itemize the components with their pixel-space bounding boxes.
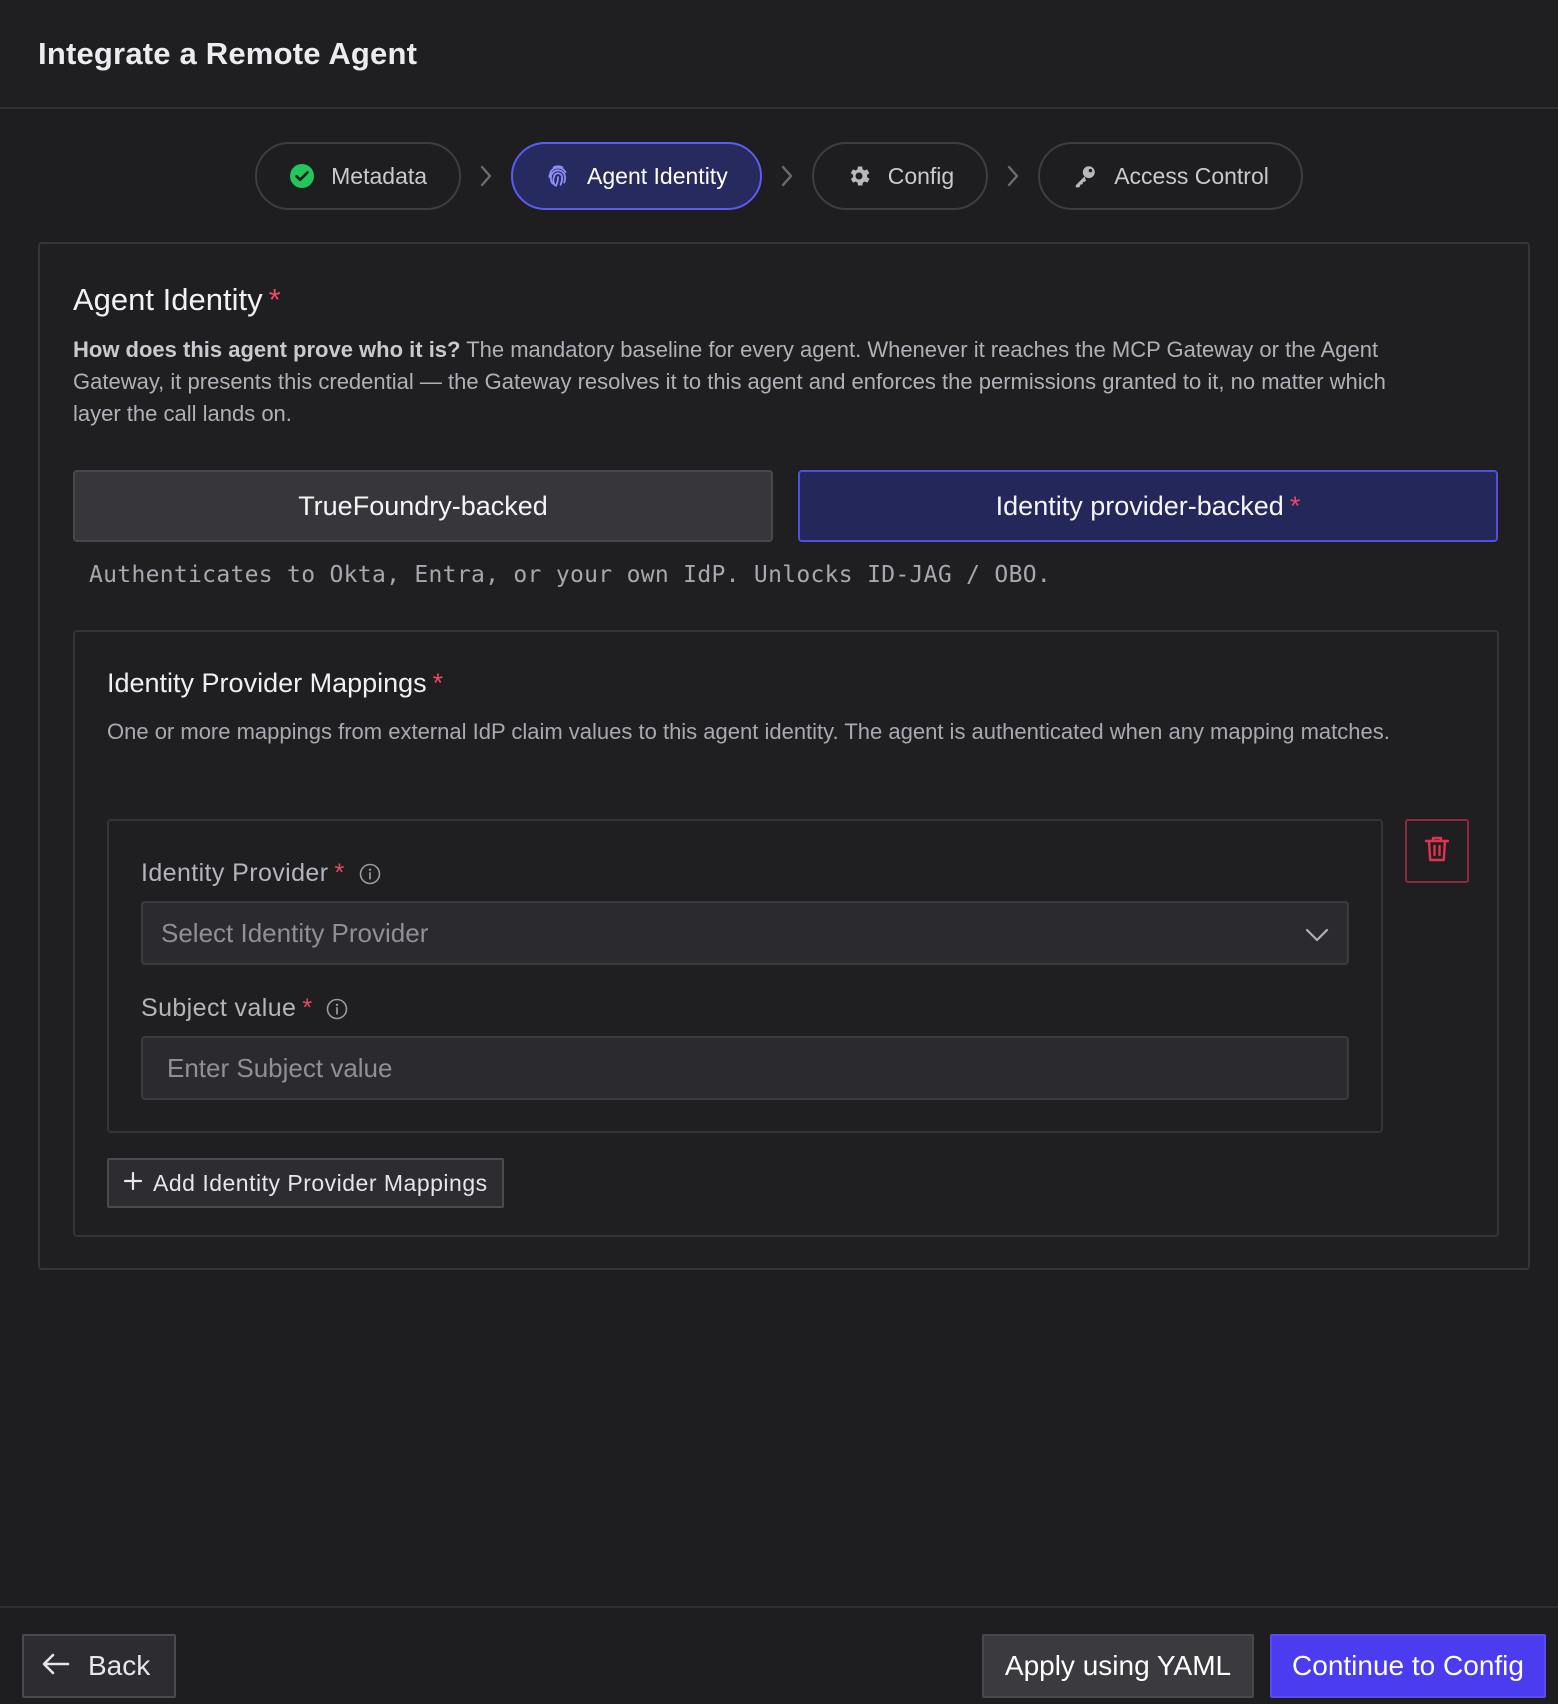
key-icon xyxy=(1072,163,1098,189)
select-placeholder: Select Identity Provider xyxy=(161,917,429,948)
option-label: Identity provider-backed xyxy=(995,490,1284,521)
step-access-control[interactable]: Access Control xyxy=(1038,142,1303,210)
plus-icon xyxy=(123,1170,143,1197)
mappings-title-text: Identity Provider Mappings xyxy=(107,668,427,698)
page-header: Integrate a Remote Agent xyxy=(0,0,1558,109)
section-description: How does this agent prove who it is? The… xyxy=(73,334,1413,430)
add-mapping-label: Add Identity Provider Mappings xyxy=(153,1169,488,1196)
chevron-right-icon xyxy=(762,164,812,188)
mapping-entry: Identity Provider * Select Identity Provi… xyxy=(107,819,1383,1133)
required-mark: * xyxy=(302,994,313,1022)
field-label-text: Identity Provider xyxy=(141,859,329,887)
mappings-description: One or more mappings from external IdP c… xyxy=(107,719,1390,744)
check-circle-icon xyxy=(289,163,315,189)
option-label: TrueFoundry-backed xyxy=(298,490,548,521)
chevron-right-icon xyxy=(461,164,511,188)
step-label: Agent Identity xyxy=(587,162,728,189)
required-mark: * xyxy=(1289,490,1301,521)
section-title: Agent Identity * xyxy=(73,282,281,318)
step-label: Config xyxy=(887,162,955,189)
identity-provider-select[interactable]: Select Identity Provider xyxy=(141,901,1349,965)
mappings-title: Identity Provider Mappings * xyxy=(107,668,443,699)
page: Integrate a Remote Agent Metadata Agent … xyxy=(0,0,1558,1704)
footer-bar: Back Apply using YAML Continue to Config xyxy=(0,1606,1558,1704)
identity-provider-label: Identity Provider * xyxy=(141,859,381,888)
back-label: Back xyxy=(88,1650,151,1681)
continue-button[interactable]: Continue to Config xyxy=(1270,1634,1546,1698)
chevron-down-icon xyxy=(1305,918,1329,949)
page-title: Integrate a Remote Agent xyxy=(38,35,418,71)
identity-provider-backed-option[interactable]: Identity provider-backed * xyxy=(798,470,1498,542)
subject-value-field xyxy=(141,1036,1349,1100)
info-icon[interactable] xyxy=(359,863,381,885)
back-button[interactable]: Back xyxy=(22,1634,176,1698)
stepper: Metadata Agent Identity Config Access Co… xyxy=(0,142,1558,210)
subject-value-input[interactable] xyxy=(161,1052,1329,1084)
gear-icon xyxy=(846,163,872,189)
delete-mapping-button[interactable] xyxy=(1405,819,1469,883)
truefoundry-backed-option[interactable]: TrueFoundry-backed xyxy=(73,470,773,542)
agent-identity-card: Agent Identity * How does this agent prov… xyxy=(38,242,1530,1270)
add-mapping-button[interactable]: Add Identity Provider Mappings xyxy=(107,1158,504,1208)
arrow-left-icon xyxy=(42,1650,70,1682)
step-label: Access Control xyxy=(1114,162,1269,189)
step-config[interactable]: Config xyxy=(811,142,989,210)
apply-yaml-label: Apply using YAML xyxy=(1004,1650,1232,1681)
fingerprint-icon xyxy=(545,163,571,189)
description-question: How does this agent prove who it is? xyxy=(73,337,461,362)
option-hint: Authenticates to Okta, Entra, or your ow… xyxy=(89,562,1052,588)
info-icon[interactable] xyxy=(326,998,348,1020)
continue-label: Continue to Config xyxy=(1292,1650,1524,1681)
trash-icon xyxy=(1424,835,1450,868)
required-mark: * xyxy=(432,668,444,698)
step-metadata[interactable]: Metadata xyxy=(255,142,462,210)
section-title-text: Agent Identity xyxy=(73,282,263,317)
field-label-text: Subject value xyxy=(141,994,297,1022)
step-label: Metadata xyxy=(331,162,428,189)
subject-value-label: Subject value * xyxy=(141,994,348,1023)
required-mark: * xyxy=(268,282,281,317)
apply-yaml-button[interactable]: Apply using YAML xyxy=(982,1634,1254,1698)
step-agent-identity[interactable]: Agent Identity xyxy=(511,142,762,210)
chevron-right-icon xyxy=(988,164,1038,188)
idp-mappings-panel: Identity Provider Mappings * One or more … xyxy=(73,630,1499,1237)
required-mark: * xyxy=(334,859,345,887)
